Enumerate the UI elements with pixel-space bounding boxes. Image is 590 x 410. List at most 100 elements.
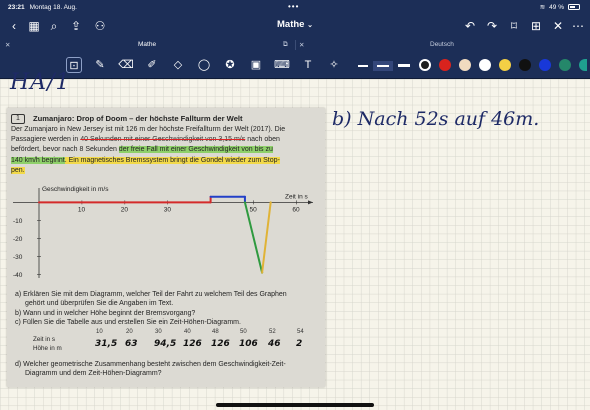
home-indicator[interactable] <box>216 403 374 407</box>
highlighter-icon[interactable]: ✐ <box>144 57 160 73</box>
y-axis-label: Geschwindigkeit in m/s <box>42 186 109 193</box>
question-b: b) Wann und in welcher Höhe beginnt der … <box>15 310 196 317</box>
nav-bar: ‹ ▦ ⌕ ⇪ ⚇ Mathe ⌄ ↶ ↷ ⌑ ⊞ ✕ ⋯ <box>0 14 590 38</box>
table-time-cell: 54 <box>297 329 304 335</box>
image-icon[interactable]: ▣ <box>248 57 264 73</box>
chevron-down-icon: ⌄ <box>307 22 313 29</box>
x-tick-label: 30 <box>164 206 172 213</box>
lasso-icon[interactable]: ◯ <box>196 57 212 73</box>
task-title: Zumanjaro: Drop of Doom – der höchste Fa… <box>33 114 243 123</box>
add-page-icon[interactable]: ⊞ <box>528 18 544 34</box>
status-time: 23:21 <box>8 3 25 11</box>
status-bar: 23:21 Montag 18. Aug. ••• ≋ 49 % <box>0 0 590 14</box>
tab-mathe[interactable]: Mathe <box>138 41 156 48</box>
document-title[interactable]: Mathe ⌄ <box>0 19 590 30</box>
status-date: Montag 18. Aug. <box>29 3 77 11</box>
eraser-icon[interactable]: ⌫ <box>118 57 134 73</box>
table-time-cell: 52 <box>269 329 276 335</box>
table-time-cell: 48 <box>212 329 219 335</box>
tab-divider <box>295 40 296 50</box>
text-line: Der Zumanjaro in New Jersey ist mit 126 … <box>11 126 286 133</box>
table-height-cell: 2 <box>296 339 303 349</box>
close-tab-icon[interactable]: ✕ <box>5 41 10 49</box>
question-a: a) Erklären Sie mit dem Diagramm, welche… <box>15 290 321 308</box>
question-c: c) Füllen Sie die Tabelle aus und erstel… <box>15 319 241 326</box>
stroke-thick[interactable] <box>398 64 410 67</box>
table-height-cell: 31,5 <box>95 339 118 349</box>
table-height-cell: 126 <box>183 339 202 349</box>
highlighted-text: . Ein magnetisches Bremssystem bringt di… <box>64 156 280 164</box>
tab-deutsch[interactable]: Deutsch <box>430 41 454 48</box>
highlighted-text: der freie Fall mit einer Geschwindigkeit… <box>118 146 273 154</box>
text-line: Passagiere werden in 40 Sekunden mit ein… <box>11 135 319 145</box>
wifi-icon: ≋ <box>539 4 546 11</box>
text-line: pen. <box>11 166 319 176</box>
multitask-dots-icon[interactable]: ••• <box>288 2 299 11</box>
task-text: Der Zumanjaro in New Jersey ist mit 126 … <box>11 125 319 176</box>
worksheet-photo[interactable]: 1 Zumanjaro: Drop of Doom – der höchste … <box>7 108 325 387</box>
document-title-label: Mathe <box>277 19 305 30</box>
x-tick-label: 10 <box>78 206 86 213</box>
highlighted-text: pen. <box>11 166 25 174</box>
table-height-cell: 94,5 <box>154 339 177 349</box>
color-swatch-black[interactable] <box>419 59 431 71</box>
question-a-line2: gehört und überprüfen Sie die Angaben im… <box>25 300 174 308</box>
sticker-icon[interactable]: ✪ <box>222 57 238 73</box>
color-swatch-teal[interactable] <box>579 59 587 71</box>
text-box-icon[interactable]: T <box>300 57 316 73</box>
struck-text: 40 Sekunden mit einer Geschwindigkeit vo… <box>80 136 246 144</box>
close-icon[interactable]: ✕ <box>550 18 566 34</box>
color-swatch-dark[interactable] <box>519 59 531 71</box>
battery-icon <box>568 4 580 10</box>
stroke-medium[interactable] <box>373 61 393 71</box>
table-height-cell: 106 <box>239 339 258 349</box>
color-swatch-green[interactable] <box>559 59 571 71</box>
bookmark-icon[interactable]: ⌑ <box>506 18 522 34</box>
text-fragment: nach oben <box>245 136 280 144</box>
color-swatch-white[interactable] <box>479 59 491 71</box>
split-view-icon[interactable]: ⧉ <box>283 41 288 49</box>
question-a-line1: a) Erklären Sie mit dem Diagramm, welche… <box>15 291 287 298</box>
drawing-toolbar: ⊡ ✎ ⌫ ✐ ◇ ◯ ✪ ▣ ⌨ T ✧ <box>0 52 590 79</box>
table-row-label-height: Höhe in m <box>33 345 62 352</box>
table-time-cell: 30 <box>155 329 162 335</box>
close-tab-icon[interactable]: ✕ <box>299 41 304 49</box>
battery-percent: 49 % <box>549 3 564 11</box>
y-tick-label: -10 <box>13 218 23 225</box>
color-swatch-beige[interactable] <box>459 59 471 71</box>
velocity-time-chart: Geschwindigkeit in m/s Zeit in s 10 20 30 50 6… <box>13 186 313 279</box>
question-d: d) Welcher geometrische Zusammenhang bes… <box>15 360 321 378</box>
laser-pointer-icon[interactable]: ✧ <box>326 57 342 73</box>
x-axis-arrow <box>308 200 313 205</box>
redo-icon[interactable]: ↷ <box>484 18 500 34</box>
table-time-cell: 50 <box>240 329 247 335</box>
x-axis-label: Zeit in s <box>285 193 309 200</box>
table-height-cell: 126 <box>211 339 230 349</box>
text-fragment: befördert, bevor nach 8 Sekunden <box>11 146 119 154</box>
color-swatch-red[interactable] <box>439 59 451 71</box>
stroke-thin[interactable] <box>358 65 368 67</box>
text-fragment: Passagiere werden in <box>11 136 81 144</box>
question-d-line1: d) Welcher geometrische Zusammenhang bes… <box>15 361 286 368</box>
color-swatch-blue[interactable] <box>539 59 551 71</box>
pen-tool-icon[interactable]: ✎ <box>92 57 108 73</box>
table-time-cell: 40 <box>184 329 191 335</box>
handwritten-answer-b: b) Nach 52s auf 46m. <box>332 108 540 130</box>
color-swatch-yellow[interactable] <box>499 59 511 71</box>
shapes-icon[interactable]: ◇ <box>170 57 186 73</box>
y-tick-label: -20 <box>13 236 23 243</box>
y-tick-label: -40 <box>13 272 23 279</box>
table-time-cell: 10 <box>96 329 103 335</box>
table-time-cell: 20 <box>126 329 133 335</box>
x-tick-label: 50 <box>250 206 258 213</box>
table-height-cell: 63 <box>125 339 138 349</box>
x-tick-label: 60 <box>292 206 300 213</box>
highlighted-text: 140 km/h beginnt <box>11 156 65 164</box>
undo-icon[interactable]: ↶ <box>462 18 478 34</box>
question-d-line2: Diagramm und dem Zeit-Höhen-Diagramm? <box>25 370 162 378</box>
task-number: 1 <box>11 114 25 124</box>
more-options-icon[interactable]: ⋯ <box>570 18 586 34</box>
keyboard-icon[interactable]: ⌨ <box>274 57 290 73</box>
series-segment <box>261 201 272 274</box>
table-height-cell: 46 <box>268 339 281 349</box>
